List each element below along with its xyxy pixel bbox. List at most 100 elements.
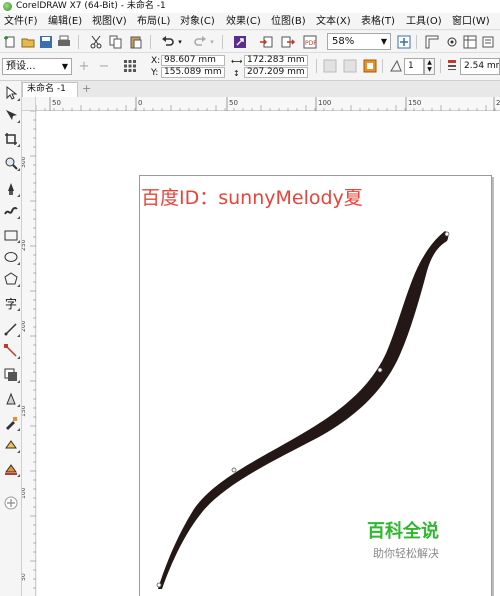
menu-object[interactable]: 对象(C) bbox=[180, 15, 215, 28]
freehand-tool-icon[interactable] bbox=[3, 181, 20, 197]
drop-shadow-tool-icon[interactable] bbox=[3, 367, 20, 383]
tab-document[interactable]: 未命名 -1 bbox=[22, 82, 78, 97]
search-content-icon[interactable] bbox=[232, 34, 248, 50]
text-tool-icon[interactable]: 字 bbox=[3, 295, 20, 311]
ruler-label: 50 bbox=[52, 99, 61, 107]
toolbar-separator bbox=[150, 35, 151, 49]
document-tab-bar: 未命名 -1 + bbox=[22, 81, 500, 97]
interactive-fill-tool-icon[interactable] bbox=[3, 437, 20, 453]
ruler-label: 50 bbox=[229, 99, 238, 107]
connector-tool-icon[interactable] bbox=[3, 343, 20, 359]
print-icon[interactable] bbox=[56, 34, 72, 50]
menu-bitmaps[interactable]: 位图(B) bbox=[271, 15, 306, 28]
outline-width-field[interactable]: 2.54 mm bbox=[460, 58, 500, 75]
vertical-ruler[interactable]: 300 250 200 150 100 50 bbox=[22, 111, 36, 596]
toolbar-separator bbox=[382, 59, 383, 73]
new-document-icon[interactable] bbox=[2, 34, 18, 50]
height-field[interactable]: 207.209 mm bbox=[244, 67, 308, 78]
undo-icon[interactable] bbox=[160, 34, 176, 50]
menu-text[interactable]: 文本(X) bbox=[316, 15, 351, 28]
show-grid-icon[interactable] bbox=[444, 34, 460, 50]
ruler-label: 0 bbox=[138, 99, 142, 107]
menu-view[interactable]: 视图(V) bbox=[92, 15, 127, 28]
menu-effects[interactable]: 效果(C) bbox=[226, 15, 261, 28]
copy-icon[interactable] bbox=[108, 34, 124, 50]
x-position-field[interactable]: 98.607 mm bbox=[161, 55, 225, 66]
add-tab-button[interactable]: + bbox=[82, 83, 91, 95]
x-position-label: X: bbox=[151, 56, 161, 66]
zoom-tool-icon[interactable] bbox=[3, 155, 20, 171]
rectangle-tool-icon[interactable] bbox=[3, 227, 20, 243]
curve-node[interactable] bbox=[156, 582, 162, 588]
mirror-vertical-icon[interactable] bbox=[342, 58, 358, 74]
redo-dropdown-icon[interactable]: ▾ bbox=[208, 34, 216, 50]
ruler-origin[interactable] bbox=[22, 97, 36, 111]
standard-toolbar: ▾ ▾ PDF 58% ▼ bbox=[0, 31, 500, 53]
menu-edit[interactable]: 编辑(E) bbox=[48, 15, 82, 28]
undo-dropdown-icon[interactable]: ▾ bbox=[176, 34, 184, 50]
artistic-media-tool-icon[interactable] bbox=[3, 203, 20, 219]
show-guidelines-icon[interactable] bbox=[462, 34, 478, 50]
ruler-label: 200 bbox=[496, 99, 500, 107]
coreldraw-logo-icon bbox=[3, 2, 12, 11]
preset-select[interactable]: 预设... ▼ bbox=[2, 58, 72, 75]
title-bar: CorelDRAW X7 (64-Bit) - 未命名 -1 bbox=[0, 0, 500, 13]
zoom-level-select[interactable]: 58% ▼ bbox=[327, 33, 391, 50]
vertical-ruler-ticks: 300 250 200 150 100 50 bbox=[22, 111, 36, 589]
remove-preset-icon[interactable]: − bbox=[96, 58, 112, 74]
toolbox: 字 bbox=[0, 81, 22, 596]
object-origin-icon[interactable] bbox=[122, 58, 138, 74]
drawing-workspace[interactable]: 百度ID：sunnyMelody夏 百科全说 助你轻松解决 bbox=[37, 111, 500, 596]
curve-node[interactable] bbox=[231, 467, 237, 473]
menu-file[interactable]: 文件(F) bbox=[4, 15, 38, 28]
menu-window[interactable]: 窗口(W) bbox=[452, 15, 490, 28]
curve-node[interactable] bbox=[444, 231, 450, 237]
transparency-tool-icon[interactable] bbox=[3, 391, 20, 407]
open-folder-icon[interactable] bbox=[20, 34, 36, 50]
ruler-label: 100 bbox=[22, 487, 27, 499]
options-icon[interactable] bbox=[480, 34, 496, 50]
add-preset-icon[interactable]: + bbox=[76, 58, 92, 74]
menu-bar: 文件(F) 编辑(E) 视图(V) 布局(L) 对象(C) 效果(C) 位图(B… bbox=[0, 13, 500, 30]
show-rulers-icon[interactable] bbox=[424, 34, 440, 50]
publish-pdf-icon[interactable]: PDF bbox=[302, 34, 318, 50]
parallel-dimension-tool-icon[interactable] bbox=[3, 321, 20, 337]
toolbar-separator bbox=[78, 35, 79, 49]
polygon-tool-icon[interactable] bbox=[3, 271, 20, 287]
mirror-horizontal-icon[interactable] bbox=[322, 58, 338, 74]
cut-icon[interactable] bbox=[88, 34, 104, 50]
smart-fill-tool-icon[interactable] bbox=[3, 461, 20, 477]
copies-stepper[interactable]: ▲ ▼ bbox=[424, 58, 435, 75]
width-field[interactable]: 172.283 mm bbox=[244, 55, 308, 66]
pick-tool-icon[interactable] bbox=[3, 85, 20, 101]
convert-to-curves-icon[interactable] bbox=[362, 58, 378, 74]
add-tool-icon[interactable] bbox=[3, 495, 19, 511]
watermark-brand: 百科全说 bbox=[367, 521, 439, 542]
y-position-field[interactable]: 155.089 mm bbox=[161, 67, 225, 78]
menu-table[interactable]: 表格(T) bbox=[361, 15, 395, 28]
copies-icon bbox=[388, 58, 404, 74]
ruler-label: 300 bbox=[22, 156, 27, 168]
ruler-label: 250 bbox=[22, 239, 27, 251]
toolbar-separator bbox=[316, 59, 317, 73]
width-icon: ⟷ bbox=[231, 57, 243, 66]
horizontal-ruler[interactable]: 50 0 50 100 150 200 bbox=[36, 97, 500, 111]
redo-icon[interactable] bbox=[192, 34, 208, 50]
shape-tool-icon[interactable] bbox=[3, 107, 20, 123]
paste-icon[interactable] bbox=[128, 34, 144, 50]
full-screen-preview-icon[interactable] bbox=[396, 34, 412, 50]
menu-tools[interactable]: 工具(O) bbox=[406, 15, 442, 28]
ellipse-tool-icon[interactable] bbox=[3, 249, 20, 265]
outline-width-icon bbox=[446, 58, 458, 74]
crop-tool-icon[interactable] bbox=[3, 131, 20, 147]
copies-field[interactable]: 1 bbox=[404, 58, 424, 75]
export-icon[interactable] bbox=[280, 34, 296, 50]
color-eyedropper-tool-icon[interactable] bbox=[3, 415, 20, 431]
ruler-label: 200 bbox=[22, 320, 27, 332]
import-icon[interactable] bbox=[258, 34, 274, 50]
horizontal-ruler-ticks: 50 0 50 100 150 200 bbox=[36, 97, 500, 111]
save-icon[interactable] bbox=[38, 34, 54, 50]
curve-node[interactable] bbox=[377, 367, 383, 373]
menu-layout[interactable]: 布局(L) bbox=[137, 15, 170, 28]
watermark-slogan: 助你轻松解决 bbox=[373, 547, 439, 560]
